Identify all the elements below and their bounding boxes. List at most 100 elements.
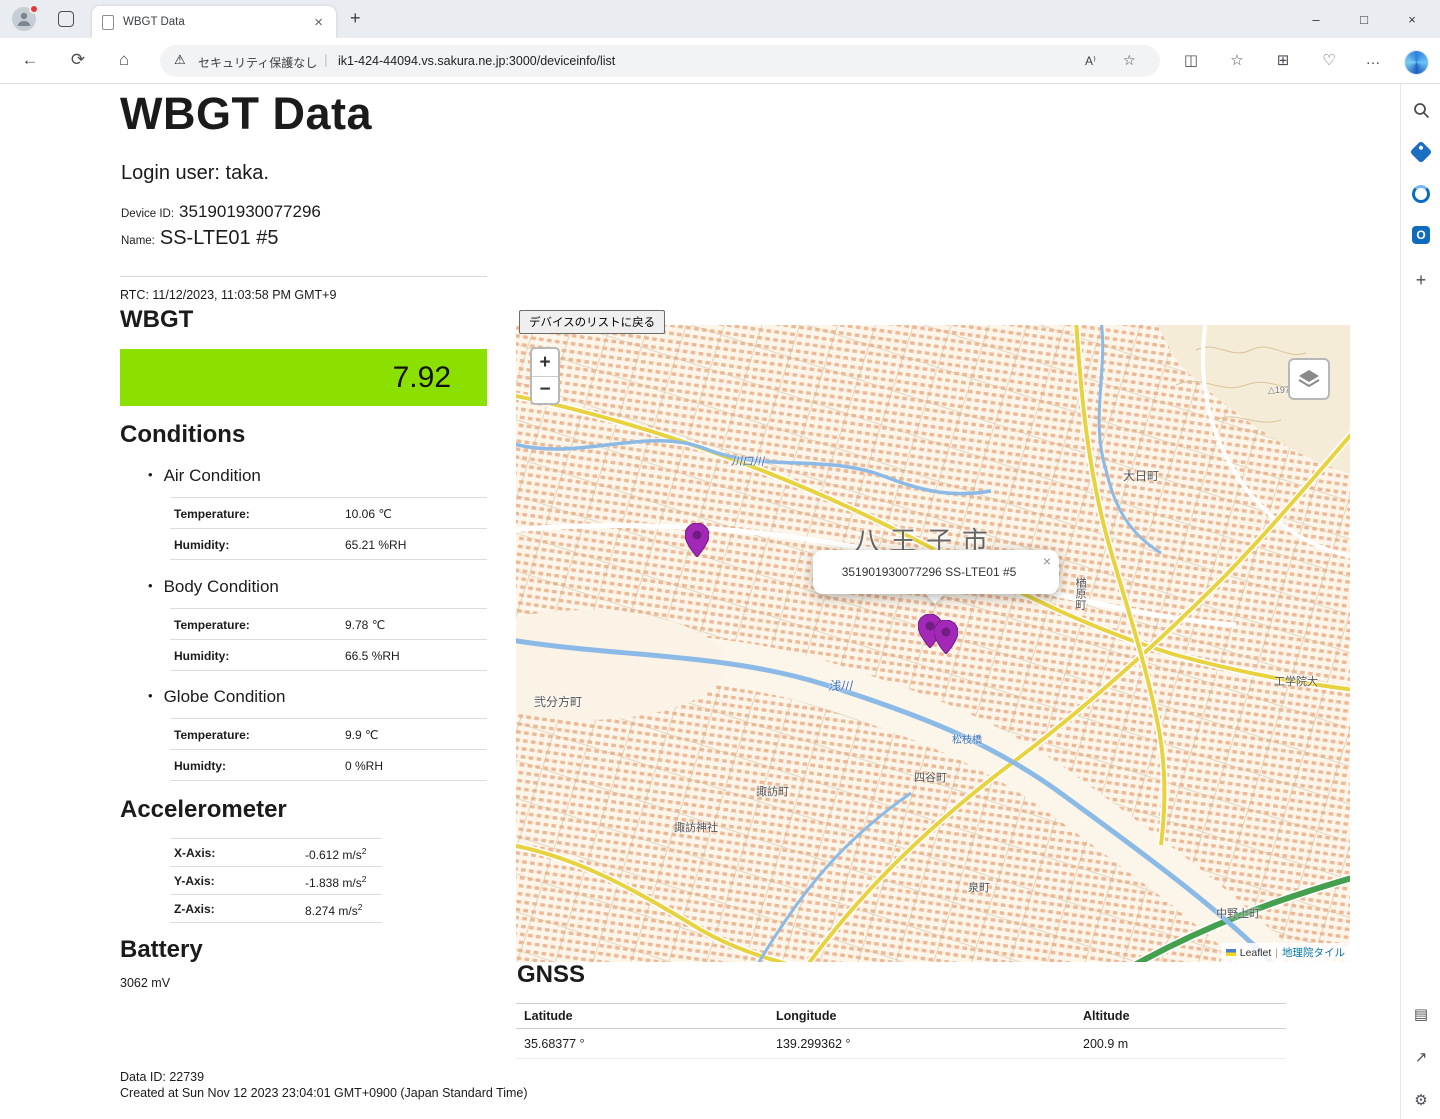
page-content: WBGT Data Login user: taka. Device ID: 3… <box>0 84 1400 1119</box>
bullet-icon: • <box>148 467 153 482</box>
address-divider: | <box>324 51 328 67</box>
maximize-button[interactable]: □ <box>1340 0 1388 38</box>
table-row: Y-Axis:-1.838 m/s2 <box>170 867 382 895</box>
table-row: X-Axis: -0.612 m/s2 <box>170 839 382 867</box>
sidebar-panel-icon[interactable]: ▤ <box>1409 1002 1433 1026</box>
sidebar-tools-icon[interactable] <box>1409 182 1433 206</box>
profile-avatar[interactable] <box>12 7 36 31</box>
map-label: 大日町 <box>1123 467 1159 484</box>
accelerometer-heading: Accelerometer <box>120 796 287 824</box>
wbgt-value-box: 7.92 <box>120 349 487 406</box>
tiles-link[interactable]: 地理院タイル <box>1282 945 1345 960</box>
condition-group-body: •Body Condition <box>148 577 279 597</box>
gnss-header-longitude: Longitude <box>776 1009 1083 1023</box>
table-row: Temperature: 10.06 ℃ <box>170 498 487 529</box>
gnss-header-altitude: Altitude <box>1083 1009 1286 1023</box>
condition-group-air: •Air Condition <box>148 466 261 486</box>
favorite-star-icon[interactable]: ☆ <box>1123 52 1136 69</box>
map-popup: 351901930077296 SS-LTE01 #5 × <box>813 550 1059 594</box>
security-label: セキュリティ保護なし <box>198 54 317 71</box>
map-label: 弐分方町 <box>534 693 582 710</box>
zoom-in-button[interactable]: + <box>532 349 558 376</box>
read-aloud-icon[interactable]: A⁾ <box>1085 54 1096 68</box>
sidebar-outlook-icon[interactable]: O <box>1409 223 1433 247</box>
battery-value: 3062 mV <box>120 976 170 990</box>
map-label: 諏訪神社 <box>674 819 718 835</box>
leaflet-link[interactable]: Leaflet <box>1240 947 1272 959</box>
sidebar-shopping-icon[interactable] <box>1409 140 1433 164</box>
back-icon[interactable]: ← <box>18 50 42 70</box>
browser-window: WBGT Data × + – □ × ← ⟳ ⌂ ⚠ セキュリティ保護なし |… <box>0 0 1440 1119</box>
login-user: Login user: taka. <box>121 162 269 185</box>
address-bar[interactable]: ⚠ セキュリティ保護なし | ik1-424-44094.vs.sakura.n… <box>160 45 1160 77</box>
wbgt-value: 7.92 <box>120 349 487 406</box>
zoom-out-button[interactable]: − <box>532 376 558 403</box>
outlook-icon: O <box>1412 226 1430 244</box>
refresh-icon[interactable]: ⟳ <box>66 50 90 70</box>
browser-titlebar: WBGT Data × + – □ × <box>0 0 1440 38</box>
row-value: -0.612 m/s2 <box>305 846 366 862</box>
sidebar-external-icon[interactable]: ↗ <box>1409 1045 1433 1069</box>
row-value: 0 %RH <box>345 759 383 773</box>
favorites-icon[interactable]: ☆ <box>1226 51 1248 69</box>
browser-tab[interactable]: WBGT Data × <box>92 6 336 38</box>
wbgt-heading: WBGT <box>120 306 193 334</box>
attribution-divider: | <box>1275 947 1278 959</box>
map-label: 楢原町 <box>1072 577 1088 610</box>
row-label: Temperature: <box>174 728 250 742</box>
device-name-line: Name: SS-LTE01 #5 <box>121 227 278 250</box>
browser-navbar: ← ⟳ ⌂ ⚠ セキュリティ保護なし | ik1-424-44094.vs.sa… <box>0 38 1440 84</box>
row-value: 10.06 ℃ <box>345 507 392 521</box>
map-label: 四谷町 <box>914 769 947 785</box>
close-button[interactable]: × <box>1388 0 1436 38</box>
security-warning-icon[interactable]: ⚠ <box>174 52 186 68</box>
copilot-icon[interactable] <box>1405 51 1428 74</box>
layers-control[interactable] <box>1288 358 1330 400</box>
new-tab-button[interactable]: + <box>350 8 361 29</box>
sidebar-search-icon[interactable] <box>1409 98 1433 122</box>
gnss-latitude-value: 35.68377 ° <box>524 1037 776 1051</box>
popup-close-icon[interactable]: × <box>1043 553 1051 569</box>
device-id-label: Device ID: <box>121 208 174 220</box>
settings-menu-icon[interactable]: … <box>1362 51 1384 68</box>
table-row: Temperature:9.9 ℃ <box>170 719 487 750</box>
device-id-value: 351901930077296 <box>179 202 321 222</box>
loop-icon <box>1412 185 1430 203</box>
collections-icon[interactable]: ⊞ <box>1272 51 1294 69</box>
back-to-device-list-button[interactable]: デバイスのリストに戻る <box>519 310 665 334</box>
map-label: △197 <box>1268 385 1290 396</box>
map-attribution: Leaflet | 地理院タイル <box>1221 943 1350 962</box>
row-label: Z-Axis: <box>174 902 215 916</box>
map-marker-icon[interactable] <box>934 620 958 654</box>
map-container[interactable]: 川口川大日町△197八王子市楢原町工学院大弐分方町浅川松枝橋諏訪町四谷町諏訪神社… <box>516 325 1350 962</box>
globe-condition-table: Temperature:9.9 ℃ Humidty:0 %RH <box>170 718 487 781</box>
row-value: 8.274 m/s2 <box>305 902 362 918</box>
tab-close-button[interactable]: × <box>311 14 326 31</box>
row-label: Humidity: <box>174 538 229 552</box>
sidebar-add-icon[interactable]: + <box>1409 268 1433 292</box>
home-icon[interactable]: ⌂ <box>112 50 136 70</box>
table-row: Humidity:65.21 %RH <box>170 529 487 560</box>
address-url[interactable]: ik1-424-44094.vs.sakura.ne.jp:3000/devic… <box>338 54 615 68</box>
gnss-table: Latitude Longitude Altitude 35.68377 ° 1… <box>516 1003 1286 1059</box>
table-row: Temperature:9.78 ℃ <box>170 609 487 640</box>
page-icon <box>102 15 114 30</box>
zoom-control: + − <box>530 347 560 405</box>
condition-group-globe: •Globe Condition <box>148 687 285 707</box>
minimize-button[interactable]: – <box>1292 0 1340 38</box>
footer-data-id: Data ID: 22739 <box>120 1070 204 1084</box>
workspaces-icon[interactable] <box>58 11 74 27</box>
sidebar-settings-icon[interactable]: ⚙ <box>1409 1088 1433 1112</box>
device-id-line: Device ID: 351901930077296 <box>121 202 321 222</box>
map-label: 松枝橋 <box>952 731 982 746</box>
map-marker-icon[interactable] <box>685 523 709 557</box>
browser-essentials-icon[interactable]: ♡ <box>1318 51 1340 69</box>
row-label: Temperature: <box>174 507 250 521</box>
window-controls: – □ × <box>1292 0 1436 38</box>
footer-created-at: Created at Sun Nov 12 2023 23:04:01 GMT+… <box>120 1086 528 1100</box>
map-label: 浅川 <box>828 677 852 694</box>
row-value: 66.5 %RH <box>345 649 400 663</box>
rtc-timestamp: RTC: 11/12/2023, 11:03:58 PM GMT+9 <box>120 288 336 302</box>
row-label: X-Axis: <box>174 846 215 860</box>
split-screen-icon[interactable]: ◫ <box>1180 51 1202 69</box>
